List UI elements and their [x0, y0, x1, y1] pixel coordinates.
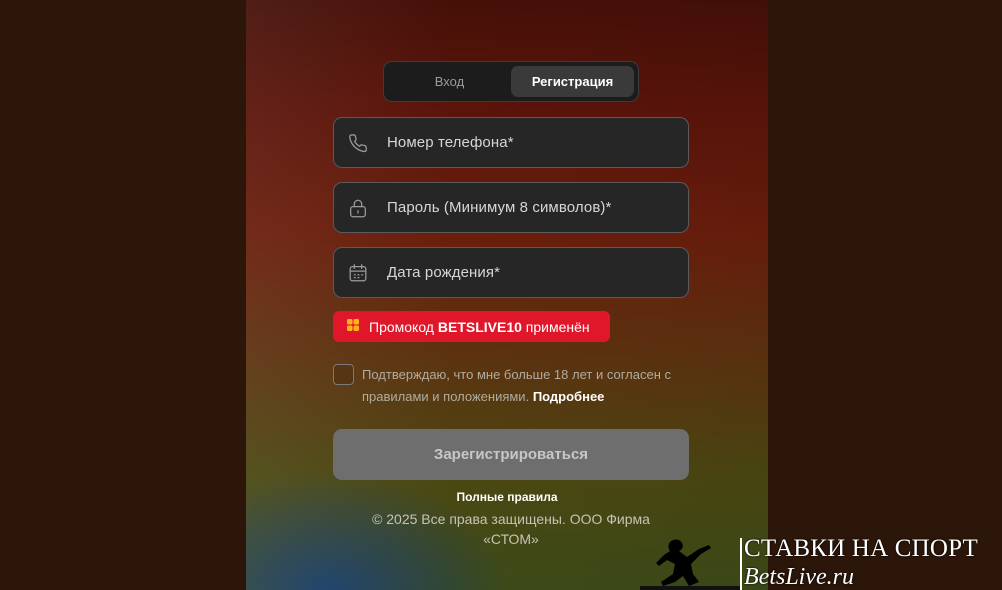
watermark-site: BetsLive.ru [744, 564, 854, 590]
agreement-row: Подтверждаю, что мне больше 18 лет и сог… [333, 364, 689, 408]
password-field[interactable]: Пароль (Минимум 8 символов)* [333, 182, 689, 233]
birthdate-field[interactable]: Дата рождения* [333, 247, 689, 298]
left-background [0, 0, 246, 590]
auth-tabs: Вход Регистрация [383, 61, 639, 102]
athlete-silhouette-icon [640, 539, 740, 590]
promo-suffix: применён [525, 318, 590, 335]
watermark-divider [740, 538, 742, 590]
phone-icon [347, 132, 369, 154]
agreement-details-link[interactable]: Подробнее [533, 389, 605, 404]
password-placeholder: Пароль (Минимум 8 символов)* [387, 199, 612, 216]
gift-icon [346, 318, 360, 335]
birthdate-placeholder: Дата рождения* [387, 264, 501, 281]
agreement-label: Подтверждаю, что мне больше 18 лет и сог… [362, 367, 671, 404]
watermark-title: СТАВКИ НА СПОРТ [744, 535, 979, 562]
promo-prefix: Промокод [369, 318, 434, 335]
tab-login[interactable]: Вход [388, 66, 511, 97]
right-background [768, 0, 1002, 590]
agreement-text: Подтверждаю, что мне больше 18 лет и сог… [362, 364, 689, 408]
phone-placeholder: Номер телефона* [387, 134, 514, 151]
copyright-text: © 2025 Все права защищены. ООО Фирма «СТ… [372, 511, 650, 547]
phone-field[interactable]: Номер телефона* [333, 117, 689, 168]
lock-icon [347, 197, 369, 219]
registration-panel: Вход Регистрация Номер телефона* Пароль … [246, 0, 768, 590]
promo-code: BETSLIVE10 [437, 318, 522, 335]
watermark-logo: СТАВКИ НА СПОРТ BetsLive.ru [640, 534, 1002, 590]
calendar-icon [347, 262, 369, 284]
agreement-checkbox[interactable] [333, 364, 354, 385]
tab-registration[interactable]: Регистрация [511, 66, 634, 97]
register-button[interactable]: Зарегистрироваться [333, 429, 689, 480]
promo-badge: Промокод BETSLIVE10 применён [333, 311, 610, 342]
full-rules-link[interactable]: Полные правила [246, 490, 768, 504]
